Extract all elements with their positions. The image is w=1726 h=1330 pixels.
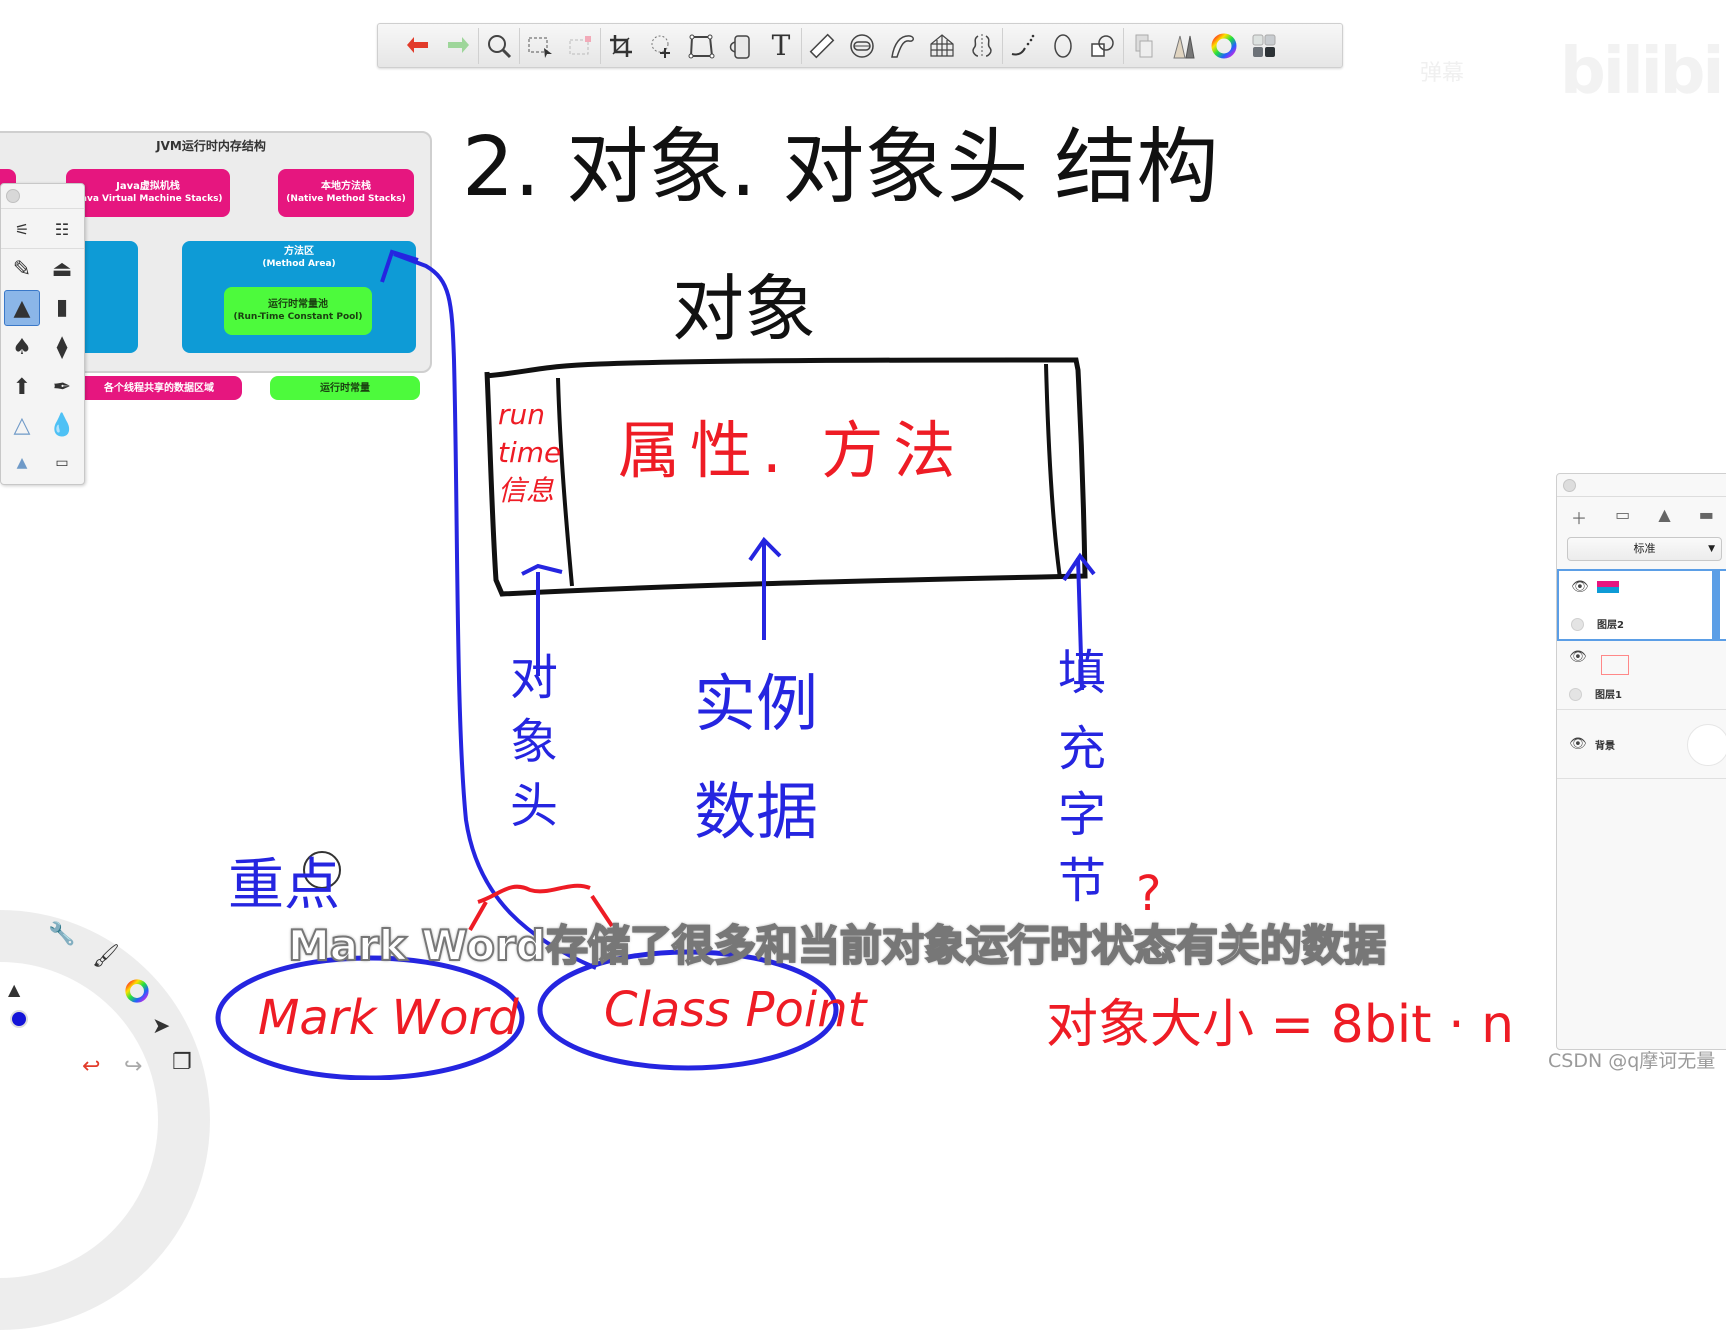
layer-thumbnail [1597,577,1647,613]
blend-mode-dropdown[interactable]: 标准 ▼ [1567,537,1722,561]
tools-icon[interactable]: 🔧 [48,922,75,947]
csdn-credit: CSDN @q摩诃无量 [1548,1050,1716,1072]
instance-data-arrow [748,536,782,640]
instance-data-line-2: 数据 [694,775,819,848]
eye-icon[interactable]: 👁 [1571,579,1589,595]
current-color-swatch[interactable] [10,1010,28,1028]
notes-title: 2. 对象. 对象头 结构 [462,120,1219,215]
radial-color-wheel-icon[interactable] [124,978,150,1010]
object-header-label: 对 象 头 [510,646,558,838]
padding-char-4: 节 [1058,853,1107,909]
layer-name: 图层2 [1597,620,1624,631]
transform-arrow-icon[interactable]: ➤ [152,1014,170,1039]
current-brush-icon[interactable]: ▲ [8,980,20,999]
instance-data-label: 实例 数据 [694,650,818,866]
layer-name: 图层1 [1595,690,1622,701]
layer-opacity-slider[interactable] [1712,571,1720,639]
object-size-formula: 对象大小 = 8bit · n [1046,995,1515,1055]
padding-divider [1044,363,1062,579]
padding-char-3: 字 [1058,787,1107,843]
runtime-info-label: run time 信息 [498,396,561,510]
padding-char-2: 充 [1058,721,1107,777]
instance-data-line-1: 实例 [694,667,819,740]
object-header-char-3: 头 [510,778,559,834]
import-image-icon[interactable]: ▲ [1658,505,1670,529]
padding-bytes-label: 填 充 字 节 [1058,640,1106,914]
add-layer-icon[interactable]: ＋ [1571,505,1587,529]
background-color-swatch[interactable] [1687,724,1726,766]
object-label: 对象 [672,267,817,351]
object-header-char-2: 象 [510,714,559,770]
eye-icon[interactable]: 👁 [1569,736,1587,752]
class-pointer-arrow [380,249,597,970]
runtime-word-time: time [498,436,562,469]
layer-thumbnail [1595,647,1645,683]
radial-redo-icon[interactable]: ↪ [124,1054,142,1079]
layer-select-radio[interactable] [1569,688,1582,701]
layer-group-icon[interactable]: ▭ [1615,505,1630,529]
object-header-char-1: 对 [510,650,559,706]
runtime-word-info: 信息 [498,474,555,507]
layers-panel: ＋ ▭ ▲ ▬ 标准 ▼ 👁 图层2 👁 图层1 👁 背景 [1556,473,1726,1050]
layer-row[interactable]: 👁 图层2 [1557,569,1726,641]
layer-name: 背景 [1595,741,1615,752]
radial-layers-icon[interactable]: ❐ [172,1050,192,1075]
class-point-label: Class Point [604,982,867,1038]
mark-word-label: Mark Word [258,990,519,1046]
padding-char-1: 填 [1058,645,1107,701]
important-label: 重点 [228,853,340,918]
layers-panel-close-button[interactable] [1563,479,1576,492]
fields-methods-label: 属性. 方法 [618,414,966,487]
eye-icon[interactable]: 👁 [1569,649,1587,665]
blend-mode-value: 标准 [1633,542,1656,555]
radial-undo-icon[interactable]: ↩ [82,1054,100,1079]
video-subtitle: Mark Word存储了很多和当前对象运行时状态有关的数据 [287,920,1387,971]
layer-select-radio[interactable] [1571,618,1584,631]
chevron-down-icon: ▼ [1708,544,1715,554]
layer-row[interactable]: 👁 背景 [1557,710,1726,779]
runtime-word-run: run [498,398,546,431]
paint-brush-icon[interactable]: 🖌 [92,944,120,969]
layer-menu-icon[interactable]: ▬ [1699,505,1714,529]
layer-row[interactable]: 👁 图层1 [1557,641,1726,710]
